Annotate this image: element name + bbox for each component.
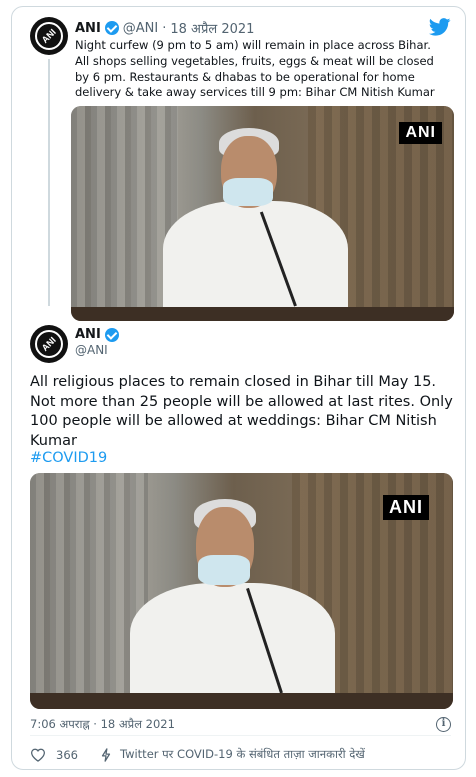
covid-topic-link[interactable]: Twitter पर COVID-19 के संबंधित ताज़ा जान…	[120, 747, 365, 762]
ani-logo-icon: ANI	[35, 22, 63, 50]
hashtag-link[interactable]: #COVID19	[30, 450, 107, 466]
heart-icon[interactable]	[30, 748, 46, 762]
main-tweet-photo[interactable]: ANI	[30, 473, 453, 709]
verified-badge-icon	[104, 327, 119, 342]
author-name[interactable]: ANI	[75, 21, 101, 36]
tweet-actions: 366 Twitter पर COVID-19 के संबंधित ताज़ा…	[30, 747, 365, 762]
quoted-tweet-header: ANI @ANI · 18 अप्रैल 2021	[75, 19, 254, 38]
info-icon[interactable]: i	[436, 717, 451, 732]
ani-watermark: ANI	[399, 122, 442, 144]
author-name[interactable]: ANI	[75, 327, 101, 342]
main-tweet-author: ANI	[75, 327, 119, 342]
ani-logo-icon: ANI	[35, 330, 63, 358]
author-handle[interactable]: @ANI	[75, 343, 108, 357]
thread-connector-line	[48, 59, 50, 306]
embedded-tweet-card: ANI ANI @ANI · 18 अप्रैल 2021 Night curf…	[11, 6, 466, 770]
main-tweet-text: All religious places to remain closed in…	[30, 374, 453, 449]
quoted-tweet-text: Night curfew (9 pm to 5 am) will remain …	[75, 38, 435, 100]
tweet-timestamp[interactable]: 7:06 अपराह्न · 18 अप्रैल 2021	[30, 717, 175, 732]
author-handle[interactable]: @ANI	[123, 21, 158, 36]
quoted-date[interactable]: 18 अप्रैल 2021	[170, 19, 254, 37]
twitter-bird-icon[interactable]	[429, 18, 451, 36]
divider	[30, 735, 451, 736]
verified-badge-icon	[104, 21, 119, 35]
ani-watermark: ANI	[383, 495, 429, 520]
lightning-bolt-icon	[101, 747, 111, 762]
ani-avatar[interactable]: ANI	[30, 17, 68, 55]
like-count[interactable]: 366	[56, 748, 78, 762]
separator-dot: ·	[162, 20, 167, 36]
quoted-tweet-photo[interactable]: ANI	[71, 106, 454, 321]
ani-avatar[interactable]: ANI	[30, 325, 68, 363]
